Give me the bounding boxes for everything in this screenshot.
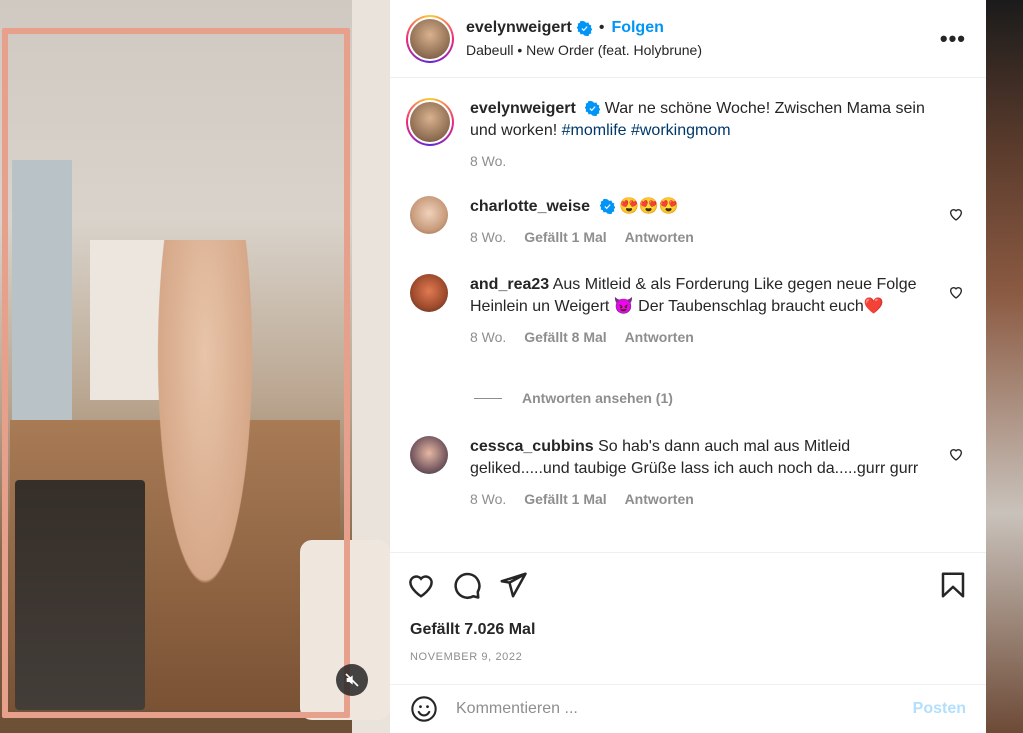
commenter-avatar[interactable]	[410, 274, 448, 312]
post-actions: Gefällt 7.026 Mal NOVEMBER 9, 2022	[390, 552, 986, 682]
background-sliver	[986, 0, 1023, 733]
comment-username[interactable]: and_rea23	[470, 276, 549, 293]
author-username[interactable]: evelynweigert	[466, 19, 572, 37]
comment-time[interactable]: 8 Wo.	[470, 329, 506, 345]
comment-username[interactable]: charlotte_weise	[470, 198, 590, 215]
verified-badge-icon	[576, 20, 592, 36]
comment-icon[interactable]	[452, 570, 482, 600]
replies-divider	[474, 397, 502, 399]
caption-username[interactable]: evelynweigert	[470, 100, 576, 117]
comment-input[interactable]	[456, 700, 913, 718]
comment-time[interactable]: 8 Wo.	[470, 491, 506, 507]
mute-button[interactable]	[336, 664, 368, 696]
like-comment-icon[interactable]	[948, 446, 964, 462]
verified-badge-icon	[585, 101, 601, 117]
share-icon[interactable]	[498, 570, 528, 600]
mirror-frame	[2, 28, 350, 718]
heart-icon[interactable]	[406, 570, 436, 600]
avatar[interactable]	[406, 14, 454, 63]
comment-text: 😍😍😍	[618, 198, 679, 215]
commenter-avatar[interactable]	[410, 196, 448, 234]
more-options-icon[interactable]: •••	[940, 26, 966, 52]
reply-button[interactable]: Antworten	[625, 229, 694, 245]
separator-dot: •	[598, 19, 605, 36]
comments-section: evelynweigert War ne schöne Woche! Zwisc…	[390, 78, 986, 552]
post-media[interactable]	[0, 0, 390, 733]
likes-count[interactable]: Gefällt 7.026 Mal	[410, 621, 535, 639]
post-comment-button[interactable]: Posten	[913, 700, 966, 718]
comment-likes[interactable]: Gefällt 1 Mal	[524, 491, 606, 507]
post-photo	[0, 0, 390, 733]
audio-track[interactable]: Dabeull • New Order (feat. Holybrune)	[466, 42, 940, 58]
post-panel: evelynweigert • Folgen Dabeull • New Ord…	[390, 0, 986, 733]
follow-button[interactable]: Folgen	[611, 19, 663, 37]
reply-button[interactable]: Antworten	[625, 329, 694, 345]
caption: evelynweigert War ne schöne Woche! Zwisc…	[406, 98, 970, 172]
like-comment-icon[interactable]	[948, 284, 964, 300]
caption-avatar[interactable]	[406, 98, 454, 146]
caption-hashtags[interactable]: #momlife #workingmom	[562, 122, 731, 139]
comment-likes[interactable]: Gefällt 8 Mal	[524, 329, 606, 345]
view-replies-label[interactable]: Antworten ansehen (1)	[522, 390, 673, 406]
comment-username[interactable]: cessca_cubbins	[470, 438, 594, 455]
speaker-muted-icon	[345, 673, 359, 687]
emoji-icon[interactable]	[410, 695, 438, 723]
like-comment-icon[interactable]	[948, 206, 964, 222]
comment-form: Posten	[390, 684, 986, 733]
caption-time[interactable]: 8 Wo.	[470, 153, 506, 169]
view-replies-button[interactable]: Antworten ansehen (1)	[474, 390, 673, 406]
comment-item: and_rea23 Aus Mitleid & als Forderung Li…	[406, 274, 970, 348]
bookmark-icon[interactable]	[938, 570, 968, 600]
post-date[interactable]: NOVEMBER 9, 2022	[410, 651, 522, 663]
commenter-avatar[interactable]	[410, 436, 448, 474]
comment-time[interactable]: 8 Wo.	[470, 229, 506, 245]
comment-item: cessca_cubbins So hab's dann auch mal au…	[406, 436, 970, 510]
reply-button[interactable]: Antworten	[625, 491, 694, 507]
comment-likes[interactable]: Gefällt 1 Mal	[524, 229, 606, 245]
comment-item: charlotte_weise 😍😍😍 8 Wo. Gefällt 1 Mal …	[406, 196, 970, 248]
post-header: evelynweigert • Folgen Dabeull • New Ord…	[390, 0, 986, 78]
verified-badge-icon	[599, 199, 615, 215]
